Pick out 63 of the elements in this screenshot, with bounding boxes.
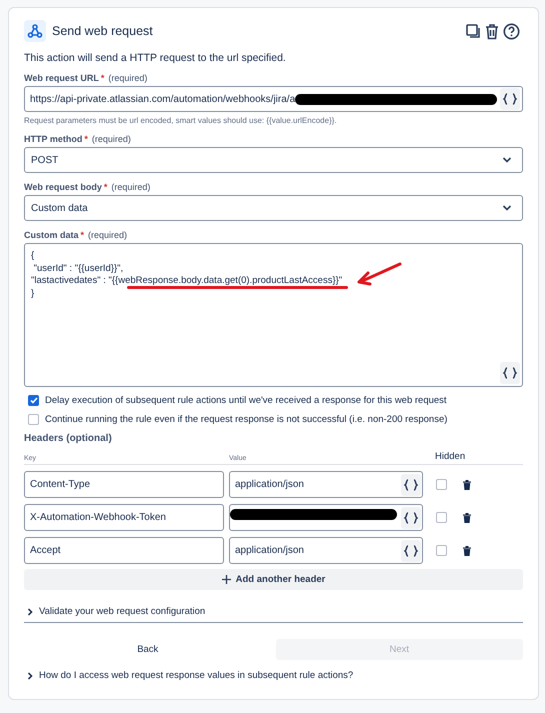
checkbox[interactable] bbox=[28, 395, 39, 406]
code-line: "lastactivedates" : "{{webResponse.body.data.get(0).productLastAccess}}" bbox=[31, 275, 342, 286]
chevron-down-icon bbox=[502, 157, 512, 163]
trash-icon[interactable] bbox=[463, 546, 471, 556]
custom-data-field[interactable]: { "userId" : "{{userId}}", "lastactivedates" : "{{webResponse.body.data.get(0).productLastAccess}}" } bbox=[24, 243, 523, 387]
smart-value-button[interactable] bbox=[500, 88, 520, 110]
arrow-annotation bbox=[356, 262, 402, 286]
chevron-right-icon bbox=[27, 608, 33, 616]
braces-icon[interactable] bbox=[404, 512, 418, 524]
field-label: Web request URL bbox=[24, 73, 99, 83]
expander[interactable]: Validate your web request configuration bbox=[24, 606, 206, 617]
column-header: Hidden bbox=[435, 451, 466, 462]
header-value-field[interactable]: application/json bbox=[229, 537, 423, 564]
plus-icon bbox=[222, 575, 231, 584]
required-hint: (required) bbox=[88, 230, 128, 240]
chevron-right-icon bbox=[27, 672, 33, 680]
required-mark: * bbox=[80, 230, 84, 240]
smart-value-button[interactable] bbox=[500, 362, 520, 384]
url-value: https://api-private.atlassian.com/automation/webhooks/jira/a bbox=[30, 94, 296, 104]
hint-text: Request parameters must be url encoded, smart values should use: {{value.urlEncode}}. bbox=[24, 116, 338, 125]
code-line: { bbox=[31, 250, 34, 261]
required-mark: * bbox=[100, 73, 104, 83]
required-hint: (required) bbox=[92, 134, 131, 144]
required-hint: (required) bbox=[111, 182, 150, 192]
header-key-field[interactable]: Content-Type bbox=[24, 471, 224, 498]
header-key-field[interactable]: Accept bbox=[24, 537, 224, 564]
help-icon[interactable] bbox=[503, 22, 520, 40]
header-value-field[interactable] bbox=[229, 504, 423, 531]
select-field[interactable]: POST bbox=[24, 147, 523, 173]
add-header-button[interactable]: Add another header bbox=[24, 569, 523, 590]
field-label: Web request body bbox=[24, 182, 102, 192]
required-mark: * bbox=[104, 182, 108, 192]
trash-icon[interactable] bbox=[463, 512, 471, 522]
nav-button[interactable]: Back bbox=[24, 639, 272, 660]
select-field[interactable]: Custom data bbox=[24, 195, 523, 221]
required-hint: (required) bbox=[108, 73, 148, 83]
braces-icon[interactable] bbox=[404, 478, 418, 490]
hidden-checkbox[interactable] bbox=[436, 479, 447, 490]
braces-icon bbox=[503, 93, 517, 105]
field-label: HTTP method bbox=[24, 134, 82, 144]
checkbox[interactable] bbox=[28, 414, 39, 425]
panel-title: Send web request bbox=[52, 24, 154, 38]
description-text: This action will send a HTTP request to the url specified. bbox=[24, 52, 287, 64]
hidden-checkbox[interactable] bbox=[436, 545, 447, 556]
url-field[interactable]: https://api-private.atlassian.com/automation/webhooks/jira/a bbox=[24, 86, 523, 112]
expander[interactable]: How do I access web request response values in subsequent rule actions? bbox=[24, 670, 354, 681]
braces-icon[interactable] bbox=[404, 544, 418, 556]
code-line: "userId" : "{{userId}}", bbox=[32, 262, 124, 274]
field-label: Custom data bbox=[24, 230, 79, 240]
copy-icon[interactable] bbox=[465, 23, 481, 39]
checkbox-label: Continue running the rule even if the request response is not successful (i.e. non-200 response) bbox=[45, 414, 448, 425]
header-value-field[interactable]: application/json bbox=[229, 471, 423, 498]
chevron-down-icon bbox=[502, 205, 512, 211]
trash-icon[interactable] bbox=[485, 22, 499, 40]
hidden-checkbox[interactable] bbox=[436, 512, 447, 523]
trash-icon[interactable] bbox=[463, 480, 471, 490]
code-line: } bbox=[31, 288, 34, 298]
required-mark: * bbox=[84, 134, 88, 144]
section-heading: Headers (optional) bbox=[24, 433, 113, 444]
webhook-icon bbox=[24, 20, 46, 42]
checkbox-label: Delay execution of subsequent rule actions until we've received a response for this web request bbox=[45, 395, 447, 406]
braces-icon bbox=[503, 367, 517, 379]
header-key-field[interactable]: X-Automation-Webhook-Token bbox=[24, 504, 224, 531]
